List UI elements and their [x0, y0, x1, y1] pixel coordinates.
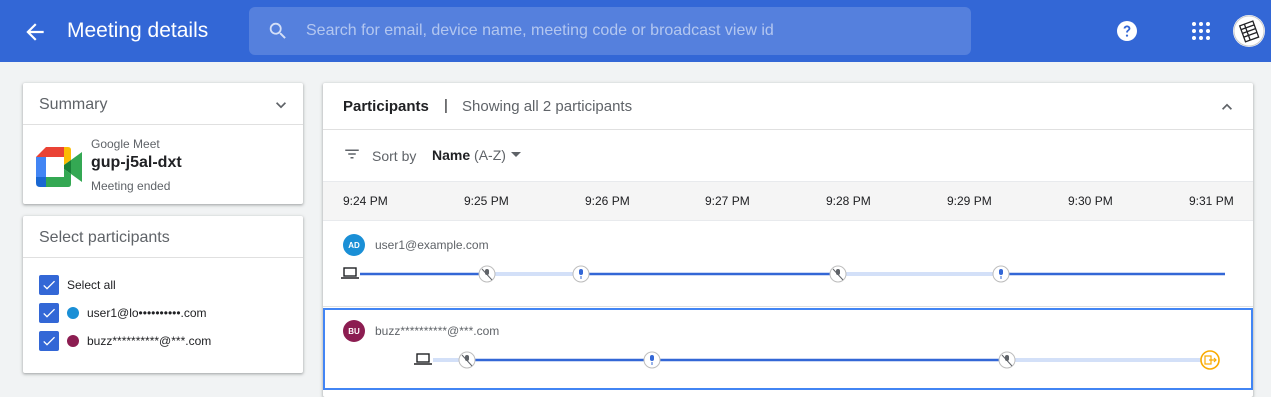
mic-off-icon	[829, 265, 847, 283]
participant-color-dot	[67, 307, 79, 319]
mic-off-icon	[478, 265, 496, 283]
select-participants-title: Select participants	[39, 229, 170, 246]
select-participants-card: Select participants Select all user1@lo•…	[23, 216, 303, 373]
participants-header[interactable]: Participants | Showing all 2 participant…	[323, 83, 1253, 130]
help-icon[interactable]	[1115, 19, 1139, 43]
select-all-checkbox[interactable]	[39, 275, 59, 295]
time-tick: 9:28 PM	[826, 194, 871, 208]
summary-title: Summary	[39, 96, 108, 113]
meeting-code: gup-j5al-dxt	[91, 154, 182, 171]
back-arrow-icon[interactable]	[22, 19, 48, 45]
participants-count: Showing all 2 participants	[462, 98, 633, 115]
account-avatar[interactable]	[1233, 15, 1265, 47]
time-tick: 9:27 PM	[705, 194, 750, 208]
chevron-down-icon[interactable]	[271, 95, 291, 115]
search-bar[interactable]	[249, 7, 971, 55]
time-tick: 9:24 PM	[343, 194, 388, 208]
google-meet-logo-icon	[36, 147, 82, 187]
sort-order: (A-Z)	[474, 147, 506, 163]
sort-dropdown[interactable]: Name (A-Z)	[432, 147, 506, 163]
time-tick: 9:26 PM	[585, 194, 630, 208]
participant-checkbox[interactable]	[39, 303, 59, 323]
participant-select-label: user1@lo••••••••••.com	[87, 306, 207, 320]
meeting-status: Meeting ended	[91, 179, 171, 193]
time-tick: 9:29 PM	[947, 194, 992, 208]
participant-timeline	[341, 265, 1225, 283]
participant-checkbox[interactable]	[39, 331, 59, 351]
select-all-label: Select all	[67, 278, 116, 292]
participants-card: Participants | Showing all 2 participant…	[323, 83, 1253, 397]
search-input[interactable]	[306, 19, 946, 43]
dropdown-arrow-icon[interactable]	[511, 152, 521, 157]
mic-icon	[572, 265, 590, 283]
sort-field: Name	[432, 147, 471, 163]
participant-select-row[interactable]: user1@lo••••••••••.com	[39, 303, 207, 323]
summary-header[interactable]: Summary	[23, 83, 303, 125]
participant-row-selected[interactable]: BU buzz**********@***.com	[323, 308, 1253, 390]
time-axis: 9:24 PM 9:25 PM 9:26 PM 9:27 PM 9:28 PM …	[323, 181, 1253, 221]
mic-icon	[643, 351, 661, 369]
time-tick: 9:25 PM	[464, 194, 509, 208]
meeting-app-name: Google Meet	[91, 137, 160, 151]
time-tick: 9:30 PM	[1068, 194, 1113, 208]
top-app-bar: Meeting details	[0, 0, 1271, 62]
page-title: Meeting details	[67, 19, 209, 42]
leave-meeting-icon	[1200, 350, 1220, 370]
participant-select-row[interactable]: buzz**********@***.com	[39, 331, 211, 351]
header-separator: |	[444, 97, 448, 114]
participant-timeline	[414, 350, 1220, 370]
time-tick: 9:31 PM	[1189, 194, 1234, 208]
participant-select-label: buzz**********@***.com	[87, 334, 212, 348]
sort-bar: Sort by Name (A-Z)	[323, 131, 1253, 180]
select-participants-header: Select participants	[23, 216, 303, 258]
select-all-row[interactable]: Select all	[39, 275, 116, 295]
participants-title: Participants	[343, 98, 429, 115]
participant-color-dot	[67, 335, 79, 347]
chevron-up-icon[interactable]	[1217, 97, 1237, 117]
apps-grid-icon[interactable]	[1190, 20, 1212, 42]
mic-icon	[992, 265, 1010, 283]
filter-list-icon	[343, 145, 361, 163]
laptop-icon	[414, 353, 432, 365]
mic-off-icon	[458, 351, 476, 369]
summary-card: Summary Google Meet gup-j5al-dxt Meeting…	[23, 83, 303, 204]
mic-off-icon	[998, 351, 1016, 369]
laptop-icon	[341, 267, 359, 279]
sort-label: Sort by	[372, 148, 417, 164]
participant-row[interactable]: AD user1@example.com	[323, 222, 1253, 307]
search-icon	[267, 20, 289, 42]
